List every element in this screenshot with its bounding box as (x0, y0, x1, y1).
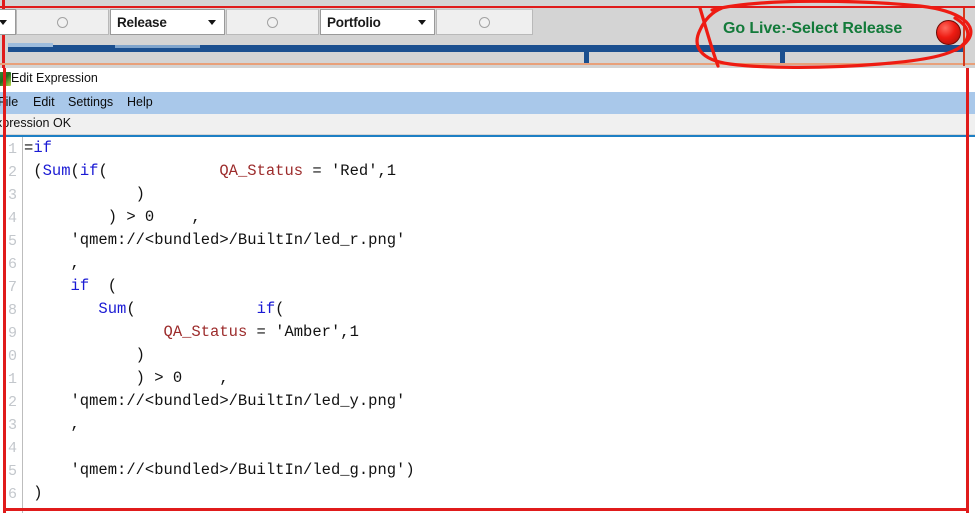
menubar: File Edit Settings Help (0, 92, 975, 114)
code-token: = 'Amber',1 (247, 323, 359, 341)
code-token: Sum (98, 300, 127, 318)
screenshot-root: Release Portfolio Go Live:-Select Releas… (0, 0, 975, 513)
nav-tick-2 (780, 45, 785, 63)
code-token: ) (24, 346, 145, 364)
dashboard-bottom-rule (0, 63, 975, 65)
filter-dropdown-release[interactable]: Release (110, 9, 225, 35)
code-line: ) (24, 344, 964, 367)
code-token: = 'Red',1 (303, 162, 397, 180)
code-token: ) (24, 185, 145, 203)
expression-editor[interactable]: 1234567890123456 =if (Sum(if( QA_Status … (0, 135, 975, 513)
code-line: Sum( if( (24, 298, 964, 321)
red-status-led-icon (936, 20, 961, 45)
menu-item-settings[interactable]: Settings (68, 95, 113, 109)
go-live-label: Go Live:-Select Release (723, 20, 903, 37)
nav-progress-highlight (8, 43, 53, 47)
code-line: if ( (24, 275, 964, 298)
code-token: , (24, 254, 80, 272)
code-token: if (33, 139, 52, 157)
code-token: if (256, 300, 276, 318)
code-token: ) (24, 484, 43, 502)
filter-portfolio-label: Portfolio (327, 14, 381, 30)
filter-release-label: Release (117, 14, 167, 30)
code-line: 'qmem://<bundled>/BuiltIn/led_r.png' (24, 229, 964, 252)
code-line: =if (24, 137, 964, 160)
nav-progress-highlight-2 (115, 45, 200, 48)
code-line: QA_Status = 'Amber',1 (24, 321, 964, 344)
code-token: , (24, 415, 80, 433)
filter-dropdown-partial[interactable] (0, 9, 16, 35)
code-token: Sum (42, 162, 71, 180)
code-token: if (79, 162, 99, 180)
annotation-window-right-rule (966, 68, 969, 513)
code-token: ) > 0 , (24, 208, 201, 226)
code-token: ( (98, 162, 220, 180)
caret-down-icon (208, 20, 216, 25)
circle-icon (57, 16, 68, 28)
expression-status-bar: xpression OK (0, 114, 975, 135)
code-token: = (24, 139, 34, 157)
filter-dropdown-portfolio[interactable]: Portfolio (320, 9, 435, 35)
menu-item-edit[interactable]: Edit (33, 95, 55, 109)
code-line: ) (24, 183, 964, 206)
code-token: ( (24, 162, 43, 180)
filter-circle-1[interactable] (16, 9, 109, 35)
filter-circle-2[interactable] (226, 9, 319, 35)
annotation-window-left-rule (3, 68, 6, 513)
code-line: ) > 0 , (24, 367, 964, 390)
annotation-top-rule (0, 6, 975, 8)
code-token: QA_Status (163, 323, 248, 341)
expression-status-text: xpression OK (0, 116, 72, 130)
code-line: ) > 0 , (24, 206, 964, 229)
caret-down-icon (0, 20, 7, 25)
code-line: , (24, 413, 964, 436)
code-token: ( (70, 162, 80, 180)
code-line: 'qmem://<bundled>/BuiltIn/led_g.png') (24, 459, 964, 482)
window-title: Edit Expression (11, 71, 98, 85)
annotation-window-bottom-rule (3, 508, 969, 511)
code-token: ) > 0 , (24, 369, 229, 387)
code-token: 'qmem://<bundled>/BuiltIn/led_g.png') (24, 461, 415, 479)
window-titlebar: Edit Expression (0, 68, 975, 92)
menu-item-help[interactable]: Help (127, 95, 153, 109)
code-token: if (70, 277, 90, 295)
filter-circle-3[interactable] (436, 9, 533, 35)
expression-code[interactable]: =if (Sum(if( QA_Status = 'Red',1 ) ) > 0… (24, 137, 964, 505)
circle-icon (479, 16, 490, 28)
code-token: QA_Status (219, 162, 304, 180)
code-token: ( (275, 300, 285, 318)
circle-icon (267, 16, 278, 28)
code-line: (Sum(if( QA_Status = 'Red',1 (24, 160, 964, 183)
code-token: 'qmem://<bundled>/BuiltIn/led_y.png' (24, 392, 406, 410)
code-token: 'qmem://<bundled>/BuiltIn/led_r.png' (24, 231, 406, 249)
code-token: ( (89, 277, 118, 295)
dashboard-toolbar: Release Portfolio Go Live:-Select Releas… (0, 0, 975, 68)
caret-down-icon (418, 20, 426, 25)
code-line: ) (24, 482, 964, 505)
edit-expression-window: Edit Expression File Edit Settings Help … (0, 68, 975, 513)
code-line: 'qmem://<bundled>/BuiltIn/led_y.png' (24, 390, 964, 413)
code-token: ( (126, 300, 257, 318)
code-line: , (24, 252, 964, 275)
nav-tick-1 (584, 45, 589, 63)
